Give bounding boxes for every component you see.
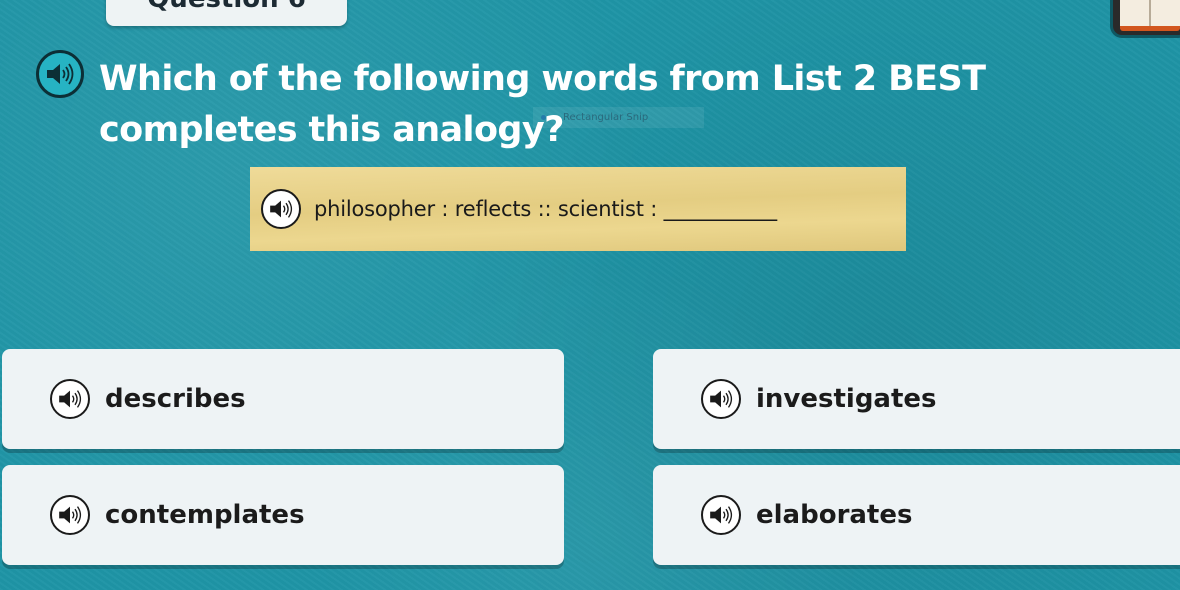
option-audio-button[interactable] <box>701 495 741 535</box>
answer-option-label: elaborates <box>756 500 913 530</box>
snip-label-text: Rectangular Snip <box>563 112 649 123</box>
title-audio-button[interactable] <box>36 50 84 98</box>
answer-option-describes[interactable]: describes <box>2 349 564 449</box>
option-audio-button[interactable] <box>701 379 741 419</box>
answer-option-label: investigates <box>756 384 937 414</box>
question-number: Question 6 <box>147 0 306 12</box>
answer-option-elaborates[interactable]: elaborates <box>653 465 1180 565</box>
speaker-icon <box>710 390 733 408</box>
question-title: Which of the following words from List 2… <box>99 59 986 150</box>
answer-option-label: describes <box>105 384 246 414</box>
book-icon <box>1120 0 1180 31</box>
question-number-tab: Question 6 <box>106 0 347 26</box>
snip-tool-label: Rectangular Snip <box>533 107 704 128</box>
option-audio-button[interactable] <box>50 379 90 419</box>
speaker-icon <box>47 63 74 85</box>
speaker-icon <box>710 506 733 524</box>
answer-option-investigates[interactable]: investigates <box>653 349 1180 449</box>
analogy-prompt-card: philosopher : reflects :: scientist : __… <box>250 167 906 251</box>
snip-dot-icon <box>541 115 546 120</box>
option-audio-button[interactable] <box>50 495 90 535</box>
speaker-icon <box>59 506 82 524</box>
answer-option-label: contemplates <box>105 500 305 530</box>
glossary-button[interactable] <box>1110 0 1180 38</box>
prompt-audio-button[interactable] <box>261 189 301 229</box>
speaker-icon <box>59 390 82 408</box>
analogy-prompt: philosopher : reflects :: scientist : __… <box>314 197 777 221</box>
answer-option-contemplates[interactable]: contemplates <box>2 465 564 565</box>
speaker-icon <box>270 200 293 218</box>
